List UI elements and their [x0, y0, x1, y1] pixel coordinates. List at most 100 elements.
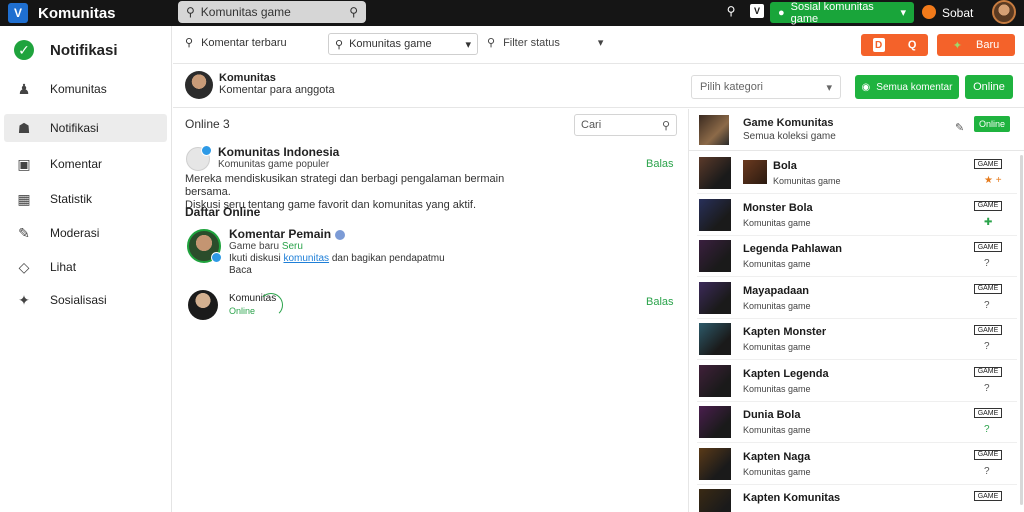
- game-action-icon[interactable]: ✚: [984, 217, 992, 228]
- game-title[interactable]: Mayapadaan: [743, 285, 809, 297]
- game-title[interactable]: Kapten Legenda: [743, 368, 829, 380]
- game-thumbnail[interactable]: [699, 281, 731, 314]
- sidebar-item-label: Moderasi: [50, 226, 100, 240]
- game-thumbnail[interactable]: [699, 240, 731, 272]
- top-username[interactable]: Sobat: [942, 6, 973, 20]
- game-action-icon[interactable]: ?: [984, 300, 990, 311]
- sidebar-item-view[interactable]: ◇ Lihat: [4, 253, 167, 281]
- category-select[interactable]: Pilih kategori ▾: [691, 75, 841, 99]
- status-filter[interactable]: ⚲ Filter status ▾: [487, 36, 603, 50]
- game-thumbnail[interactable]: [699, 364, 731, 397]
- comment-avatar[interactable]: [187, 229, 222, 263]
- sidebar-item-notifications[interactable]: ☗ Notifikasi: [4, 114, 167, 142]
- user-badge-icon[interactable]: [922, 5, 936, 19]
- edit-icon[interactable]: ✎: [955, 121, 964, 134]
- game-title[interactable]: Legenda Pahlawan: [743, 243, 842, 255]
- tag-icon: ◇: [18, 258, 30, 275]
- check-circle-icon: ✓: [14, 40, 34, 60]
- filter-recent-comments[interactable]: ⚲ Komentar terbaru: [185, 36, 287, 50]
- game-thumbnail[interactable]: [699, 489, 731, 512]
- games-panel-header: Game Komunitas Semua koleksi game ✎ Onli…: [689, 109, 1024, 151]
- community-dropdown-button[interactable]: ● Sosial komunitas game ▾: [770, 1, 914, 25]
- game-list-item[interactable]: Monster Bola Komunitas game GAME ✚: [689, 195, 1017, 236]
- game-list-item[interactable]: Kapten Legenda Komunitas game GAME?: [689, 361, 1017, 402]
- game-title[interactable]: Monster Bola: [743, 202, 813, 214]
- reply-link[interactable]: Balas: [646, 296, 674, 308]
- game-action-icon[interactable]: ?: [984, 466, 990, 477]
- game-thumbnail[interactable]: [699, 447, 731, 480]
- profile-header: Komunitas Komentar para anggota Pilih ka…: [173, 64, 1024, 108]
- user-avatar[interactable]: [992, 0, 1016, 24]
- game-list-item[interactable]: Kapten Monster Komunitas game GAME?: [689, 319, 1017, 360]
- comment-author-name: Komentar Pemain: [229, 227, 332, 241]
- location-pin-icon[interactable]: ⚲: [724, 4, 738, 18]
- game-thumbnail[interactable]: [699, 406, 731, 438]
- game-list-item[interactable]: Dunia Bola Komunitas game GAME?: [689, 402, 1017, 443]
- game-action-icon[interactable]: ?: [984, 424, 990, 435]
- game-list-item[interactable]: Mayapadaan Komunitas game GAME?: [689, 278, 1017, 319]
- comment-author[interactable]: Komunitas Indonesia: [218, 145, 339, 159]
- sidebar-item-moderation[interactable]: ✎ Moderasi: [4, 219, 167, 247]
- users-icon: ♟: [17, 80, 31, 97]
- new-button[interactable]: ✦ Baru: [937, 34, 1015, 56]
- loading-spinner-icon: [259, 293, 283, 317]
- game-title[interactable]: Dunia Bola: [743, 409, 800, 421]
- comment-avatar[interactable]: [186, 145, 212, 171]
- search-submit-icon[interactable]: ⚲: [349, 5, 358, 19]
- game-title[interactable]: Kapten Monster: [743, 326, 826, 338]
- app-logo[interactable]: V: [8, 3, 28, 23]
- game-action-icon[interactable]: ?: [984, 258, 990, 269]
- games-online-button[interactable]: Online: [974, 116, 1010, 132]
- game-action-icon[interactable]: ?: [984, 383, 990, 394]
- game-action-icon[interactable]: ?: [984, 341, 990, 352]
- game-list-item[interactable]: Bola Komunitas game GAME ★ +: [689, 153, 1017, 194]
- video-icon[interactable]: V: [750, 4, 764, 18]
- game-thumbnail[interactable]: [699, 323, 731, 355]
- game-secondary-thumbnail[interactable]: [743, 160, 767, 184]
- verified-icon: [335, 229, 346, 240]
- orange-action-button[interactable]: D Q: [861, 34, 928, 56]
- scrollbar[interactable]: [1020, 155, 1023, 505]
- app-title: Komunitas: [38, 4, 116, 22]
- game-thumbnail[interactable]: [699, 157, 731, 189]
- top-search-box[interactable]: ⚲ Komunitas game ⚲: [178, 1, 366, 23]
- game-meta: Komunitas game: [773, 176, 841, 186]
- online-button[interactable]: Online: [965, 75, 1013, 99]
- profile-avatar[interactable]: [185, 71, 213, 99]
- comment-author[interactable]: Komentar Pemain: [229, 227, 346, 241]
- game-action-icon[interactable]: ★ +: [984, 175, 1002, 186]
- sidebar-item-notifications-main[interactable]: ✓ Notifikasi: [4, 36, 167, 64]
- game-meta: Komunitas game: [743, 300, 811, 311]
- all-comments-label: Semua komentar: [876, 81, 953, 93]
- game-thumbnail[interactable]: [699, 115, 729, 145]
- game-title[interactable]: Kapten Naga: [743, 451, 810, 463]
- game-title[interactable]: Bola: [773, 160, 797, 172]
- game-title[interactable]: Kapten Komunitas: [743, 492, 840, 504]
- game-tag-badge: GAME: [974, 366, 1002, 377]
- home-icon: ☗: [17, 119, 31, 136]
- top-search-input[interactable]: Komunitas game: [201, 5, 349, 19]
- comment-link[interactable]: komunitas: [283, 253, 329, 264]
- comment-body-text: Ikuti diskusi: [229, 253, 281, 264]
- comment-avatar[interactable]: [188, 290, 218, 320]
- sidebar-item-community[interactable]: ♟ Komunitas: [4, 75, 167, 103]
- game-list-item[interactable]: Legenda Pahlawan Komunitas game GAME?: [689, 236, 1017, 277]
- reply-link[interactable]: Balas: [646, 158, 674, 170]
- comments-search[interactable]: Cari ⚲: [574, 114, 677, 136]
- comments-search-input[interactable]: Cari: [581, 119, 662, 131]
- sidebar-item-social[interactable]: ✦ Sosialisasi: [4, 286, 167, 314]
- grid-icon: ▦: [17, 190, 31, 207]
- chevron-down-icon: ▾: [900, 7, 906, 19]
- all-comments-button[interactable]: ◉ Semua komentar: [855, 75, 959, 99]
- wrench-icon: ✦: [18, 291, 30, 308]
- game-thumbnail[interactable]: [699, 198, 731, 231]
- community-select[interactable]: ⚲ Komunitas game ▾: [328, 33, 478, 55]
- sidebar-item-stats[interactable]: ▦ Statistik: [4, 185, 167, 213]
- sidebar-item-label: Statistik: [50, 192, 93, 206]
- game-list-item[interactable]: Kapten Komunitas GAME: [689, 485, 1017, 512]
- top-icons: ⚲ V: [724, 4, 764, 18]
- game-tag-badge: GAME: [974, 408, 1002, 418]
- comment-read-more[interactable]: Baca: [229, 265, 252, 276]
- game-list-item[interactable]: Kapten Naga Komunitas game GAME?: [689, 444, 1017, 485]
- sidebar-item-comments[interactable]: ▣ Komentar: [4, 150, 167, 178]
